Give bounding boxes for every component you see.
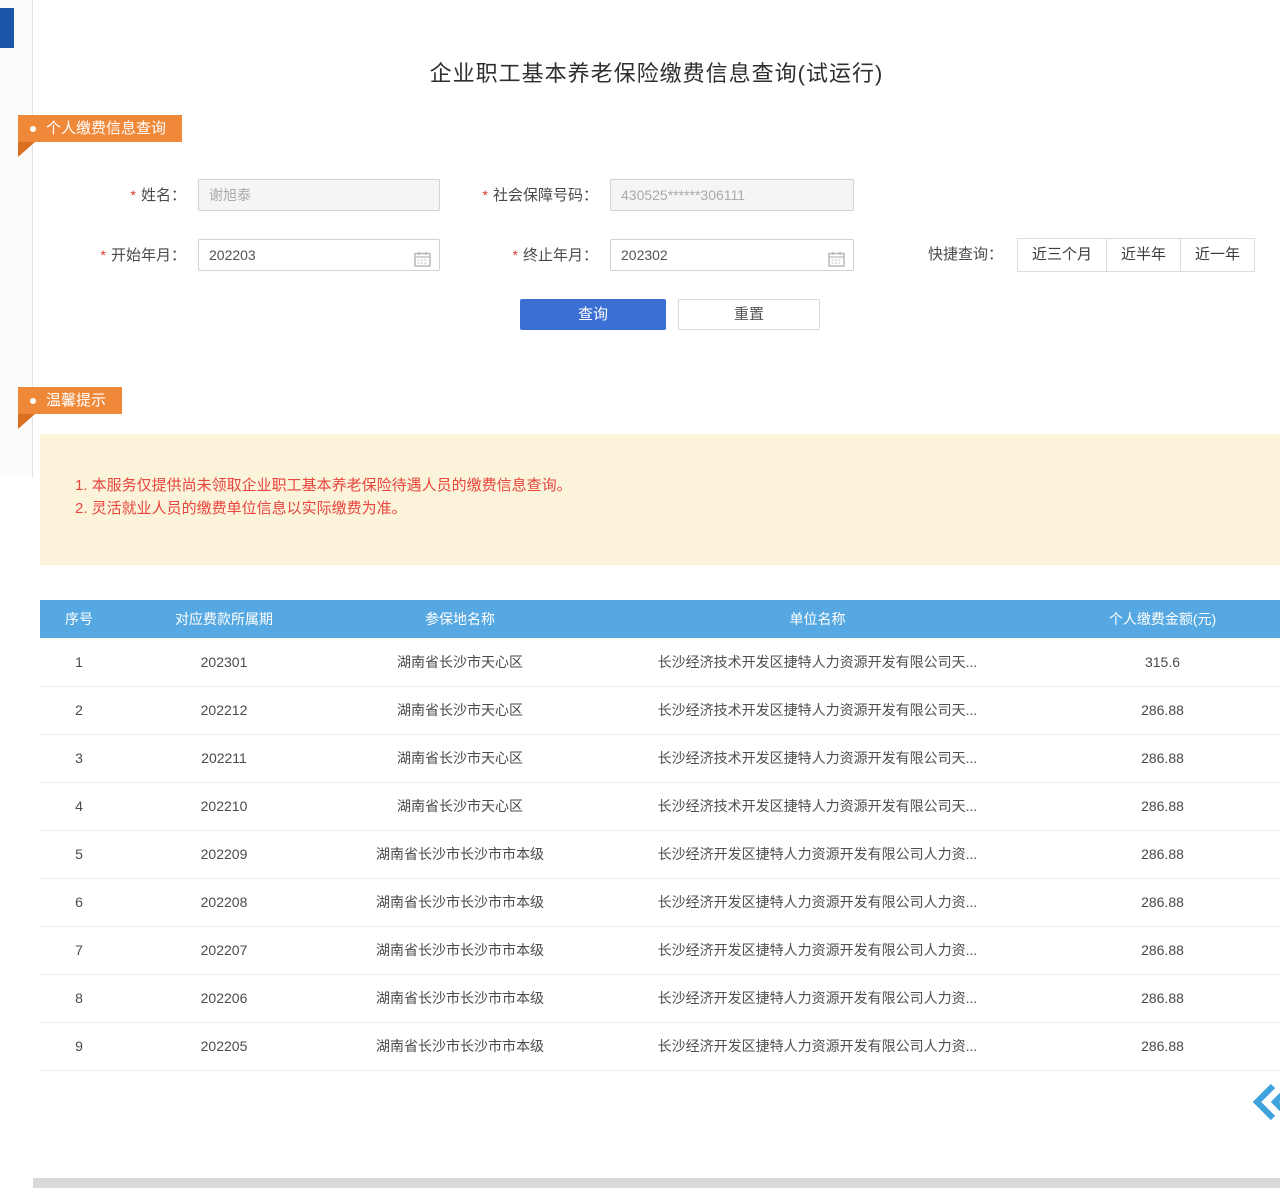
cell-location: 湖南省长沙市长沙市市本级 xyxy=(330,974,590,1022)
cell-period: 202301 xyxy=(118,638,330,686)
bottom-gray-bar xyxy=(33,1178,1280,1188)
cell-amount: 286.88 xyxy=(1045,974,1280,1022)
tips-line-1: 1. 本服务仅提供尚未领取企业职工基本养老保险待遇人员的缴费信息查询。 xyxy=(75,474,572,495)
quick-btn-last-half-year[interactable]: 近半年 xyxy=(1106,238,1181,272)
cell-company: 长沙经济开发区捷特人力资源开发有限公司人力资... xyxy=(590,830,1045,878)
cell-seq: 1 xyxy=(40,638,118,686)
calendar-icon[interactable] xyxy=(828,247,845,277)
quick-btn-last-3-months[interactable]: 近三个月 xyxy=(1017,238,1107,272)
calendar-icon[interactable] xyxy=(414,247,431,277)
ssn-field: 430525******306111 xyxy=(610,179,854,211)
page-title: 企业职工基本养老保险缴费信息查询(试运行) xyxy=(33,56,1280,88)
tips-line-2: 2. 灵活就业人员的缴费单位信息以实际缴费为准。 xyxy=(75,497,407,518)
ssn-label: *社会保障号码： xyxy=(430,179,598,212)
cell-period: 202211 xyxy=(118,734,330,782)
section-badge-tips: 温馨提示 xyxy=(18,387,122,414)
table-row: 4202210湖南省长沙市天心区长沙经济技术开发区捷特人力资源开发有限公司天..… xyxy=(40,782,1280,830)
cell-location: 湖南省长沙市天心区 xyxy=(330,638,590,686)
table-row: 7202207湖南省长沙市长沙市市本级长沙经济开发区捷特人力资源开发有限公司人力… xyxy=(40,926,1280,974)
name-label: *姓名： xyxy=(60,179,186,212)
cell-location: 湖南省长沙市长沙市市本级 xyxy=(330,878,590,926)
double-chevron-left-icon[interactable] xyxy=(1253,1082,1280,1122)
quick-btn-last-year[interactable]: 近一年 xyxy=(1180,238,1255,272)
header-company: 单位名称 xyxy=(590,600,1045,638)
table-row: 2202212湖南省长沙市天心区长沙经济技术开发区捷特人力资源开发有限公司天..… xyxy=(40,686,1280,734)
cell-company: 长沙经济开发区捷特人力资源开发有限公司人力资... xyxy=(590,974,1045,1022)
results-table-body: 1202301湖南省长沙市天心区长沙经济技术开发区捷特人力资源开发有限公司天..… xyxy=(40,638,1280,1070)
cell-company: 长沙经济开发区捷特人力资源开发有限公司人力资... xyxy=(590,1022,1045,1070)
required-mark: * xyxy=(131,187,136,203)
table-row: 3202211湖南省长沙市天心区长沙经济技术开发区捷特人力资源开发有限公司天..… xyxy=(40,734,1280,782)
table-row: 9202205湖南省长沙市长沙市市本级长沙经济开发区捷特人力资源开发有限公司人力… xyxy=(40,1022,1280,1070)
end-month-label: *终止年月： xyxy=(430,239,598,272)
cell-amount: 286.88 xyxy=(1045,782,1280,830)
cell-amount: 286.88 xyxy=(1045,686,1280,734)
required-mark: * xyxy=(101,247,106,263)
section-badge-personal-query: 个人缴费信息查询 xyxy=(18,115,182,142)
cell-seq: 7 xyxy=(40,926,118,974)
header-amount: 个人缴费金额(元) xyxy=(1045,600,1280,638)
sidebar-blue-tab[interactable] xyxy=(0,8,14,48)
cell-seq: 8 xyxy=(40,974,118,1022)
cell-amount: 286.88 xyxy=(1045,734,1280,782)
cell-period: 202212 xyxy=(118,686,330,734)
name-field: 谢旭泰 xyxy=(198,179,440,211)
cell-amount: 286.88 xyxy=(1045,1022,1280,1070)
cell-location: 湖南省长沙市长沙市市本级 xyxy=(330,926,590,974)
start-month-label: *开始年月： xyxy=(60,239,186,272)
table-row: 5202209湖南省长沙市长沙市市本级长沙经济开发区捷特人力资源开发有限公司人力… xyxy=(40,830,1280,878)
cell-seq: 6 xyxy=(40,878,118,926)
cell-seq: 9 xyxy=(40,1022,118,1070)
cell-seq: 5 xyxy=(40,830,118,878)
table-row: 1202301湖南省长沙市天心区长沙经济技术开发区捷特人力资源开发有限公司天..… xyxy=(40,638,1280,686)
cell-period: 202206 xyxy=(118,974,330,1022)
cell-amount: 286.88 xyxy=(1045,830,1280,878)
required-mark: * xyxy=(513,247,518,263)
reset-button[interactable]: 重置 xyxy=(678,299,820,330)
header-seq: 序号 xyxy=(40,600,118,638)
results-table: 序号 对应费款所属期 参保地名称 单位名称 个人缴费金额(元) 1202301湖… xyxy=(40,600,1280,1071)
cell-location: 湖南省长沙市天心区 xyxy=(330,734,590,782)
tips-panel: 1. 本服务仅提供尚未领取企业职工基本养老保险待遇人员的缴费信息查询。 2. 灵… xyxy=(40,434,1280,565)
section-badge-label: 个人缴费信息查询 xyxy=(46,115,166,142)
cell-amount: 286.88 xyxy=(1045,926,1280,974)
header-location: 参保地名称 xyxy=(330,600,590,638)
cell-company: 长沙经济技术开发区捷特人力资源开发有限公司天... xyxy=(590,734,1045,782)
cell-location: 湖南省长沙市天心区 xyxy=(330,686,590,734)
cell-period: 202205 xyxy=(118,1022,330,1070)
cell-amount: 286.88 xyxy=(1045,878,1280,926)
cell-period: 202209 xyxy=(118,830,330,878)
table-header-row: 序号 对应费款所属期 参保地名称 单位名称 个人缴费金额(元) xyxy=(40,600,1280,638)
quick-query-group: 近三个月 近半年 近一年 xyxy=(1017,238,1255,272)
cell-company: 长沙经济技术开发区捷特人力资源开发有限公司天... xyxy=(590,782,1045,830)
start-month-input[interactable]: 202203 xyxy=(198,239,440,271)
cell-location: 湖南省长沙市长沙市市本级 xyxy=(330,830,590,878)
table-row: 8202206湖南省长沙市长沙市市本级长沙经济开发区捷特人力资源开发有限公司人力… xyxy=(40,974,1280,1022)
cell-company: 长沙经济开发区捷特人力资源开发有限公司人力资... xyxy=(590,926,1045,974)
cell-company: 长沙经济技术开发区捷特人力资源开发有限公司天... xyxy=(590,686,1045,734)
header-period: 对应费款所属期 xyxy=(118,600,330,638)
cell-period: 202208 xyxy=(118,878,330,926)
table-row: 6202208湖南省长沙市长沙市市本级长沙经济开发区捷特人力资源开发有限公司人力… xyxy=(40,878,1280,926)
quick-query-label: 快捷查询： xyxy=(928,238,1008,272)
end-month-input[interactable]: 202302 xyxy=(610,239,854,271)
cell-seq: 3 xyxy=(40,734,118,782)
cell-period: 202210 xyxy=(118,782,330,830)
cell-seq: 2 xyxy=(40,686,118,734)
pension-query-page: 企业职工基本养老保险缴费信息查询(试运行) 个人缴费信息查询 *姓名： 谢旭泰 … xyxy=(0,0,1280,1188)
section-badge-label: 温馨提示 xyxy=(46,387,106,414)
cell-company: 长沙经济技术开发区捷特人力资源开发有限公司天... xyxy=(590,638,1045,686)
bullet-dot-icon xyxy=(30,398,36,404)
cell-period: 202207 xyxy=(118,926,330,974)
required-mark: * xyxy=(483,187,488,203)
cell-location: 湖南省长沙市天心区 xyxy=(330,782,590,830)
query-button[interactable]: 查询 xyxy=(520,299,666,330)
cell-amount: 315.6 xyxy=(1045,638,1280,686)
cell-company: 长沙经济开发区捷特人力资源开发有限公司人力资... xyxy=(590,878,1045,926)
cell-location: 湖南省长沙市长沙市市本级 xyxy=(330,1022,590,1070)
bullet-dot-icon xyxy=(30,126,36,132)
cell-seq: 4 xyxy=(40,782,118,830)
